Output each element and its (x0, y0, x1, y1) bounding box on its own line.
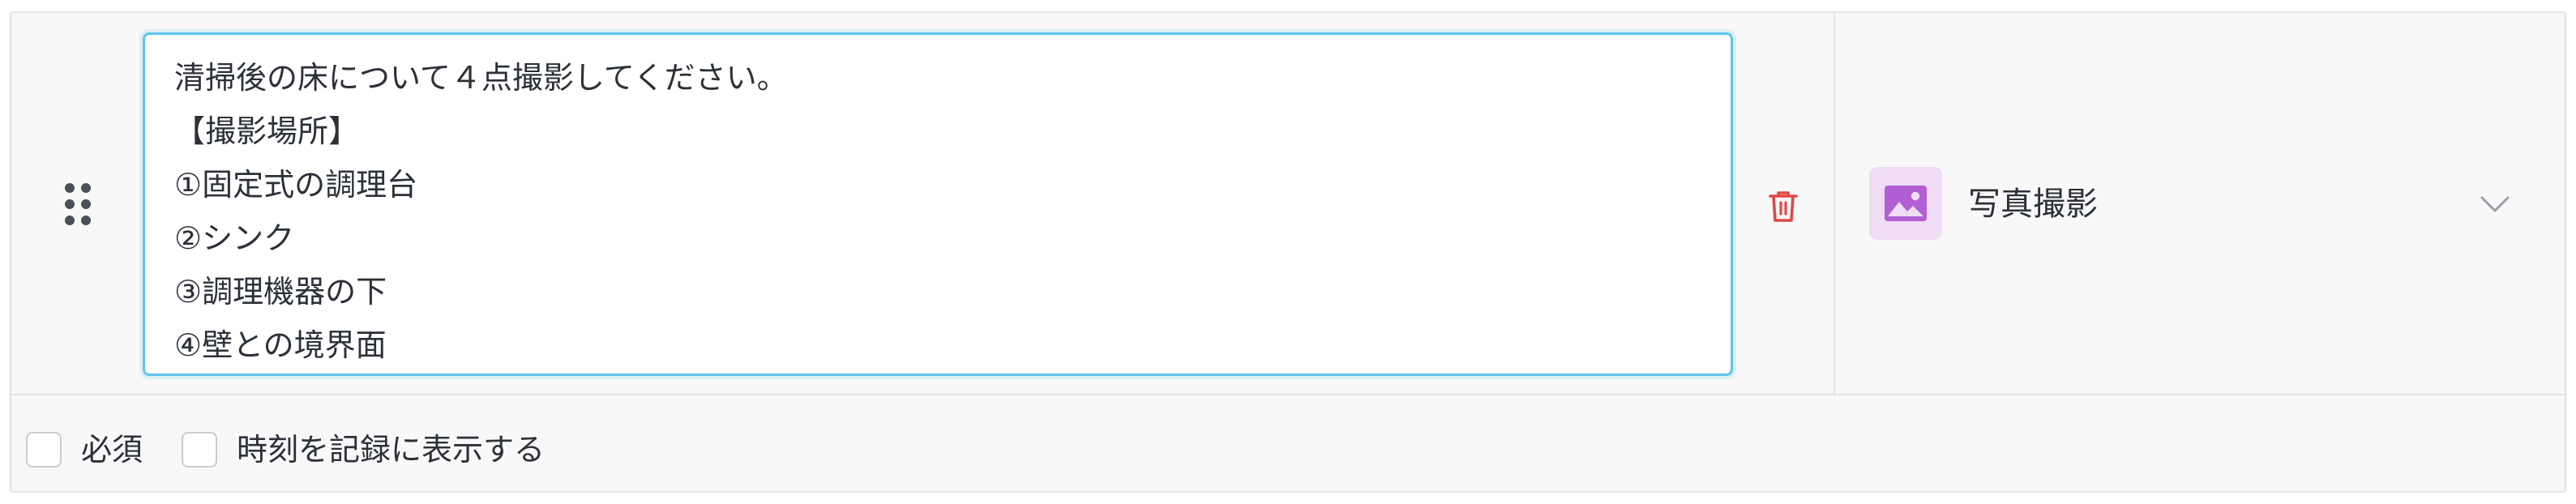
checklist-item-card: 清掃後の床について４点撮影してください。 【撮影場所】 ①固定式の調理台 ②シン… (10, 11, 2566, 493)
image-icon (1885, 186, 1927, 221)
required-label: 必須 (81, 432, 143, 468)
trash-icon (1769, 191, 1798, 222)
record-time-option[interactable]: 時刻を記録に表示する (182, 431, 545, 468)
type-icon-box (1869, 167, 1942, 240)
item-type-select[interactable]: 写真撮影 (1835, 13, 2565, 394)
delete-item-button[interactable] (1767, 188, 1799, 225)
item-editor-row: 清掃後の床について４点撮影してください。 【撮影場所】 ①固定式の調理台 ②シン… (11, 13, 2565, 395)
item-prompt-textarea[interactable]: 清掃後の床について４点撮影してください。 【撮影場所】 ①固定式の調理台 ②シン… (143, 32, 1733, 376)
record-time-label: 時刻を記録に表示する (237, 432, 546, 468)
item-type-label: 写真撮影 (1968, 186, 2098, 223)
drag-handle-icon[interactable] (65, 183, 91, 225)
chevron-down-icon (2480, 196, 2510, 212)
required-checkbox[interactable] (26, 432, 62, 468)
item-options-row: 必須 時刻を記録に表示する (11, 395, 2565, 493)
required-option[interactable]: 必須 (26, 431, 143, 468)
record-time-checkbox[interactable] (182, 432, 217, 468)
